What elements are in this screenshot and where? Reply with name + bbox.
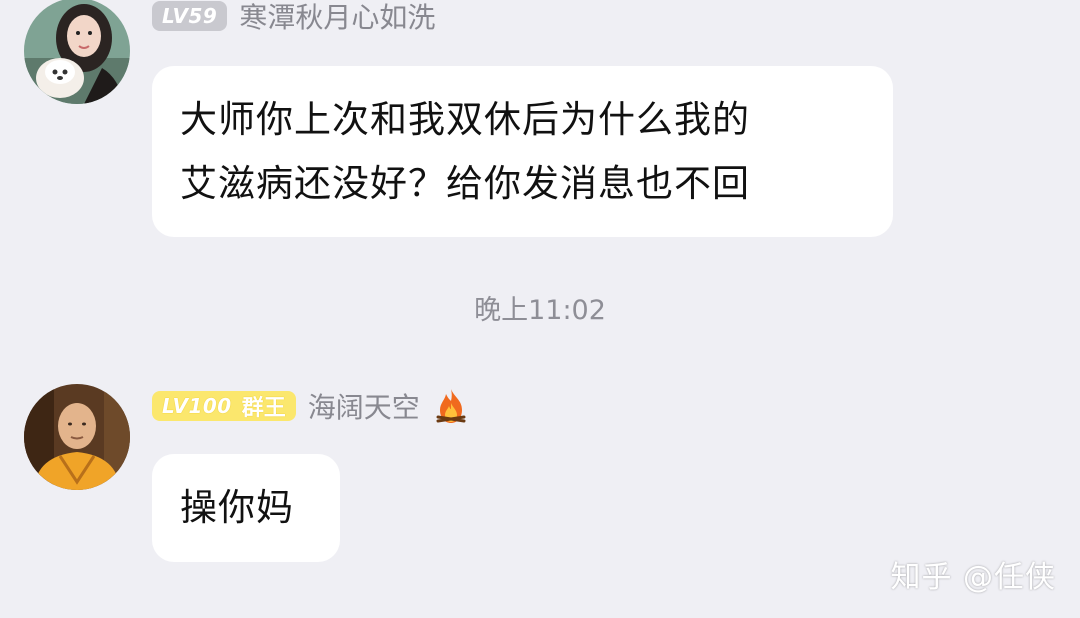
fire-icon <box>434 387 468 425</box>
level-badge: LV100 <box>152 391 238 421</box>
watermark: 知乎 @任侠 <box>890 560 1056 595</box>
message-bubble[interactable]: 操你妈 <box>152 454 340 562</box>
message-text-line: 操你妈 <box>180 486 294 529</box>
avatar[interactable] <box>24 384 130 490</box>
avatar[interactable] <box>24 0 130 104</box>
sender-nickname[interactable]: 海阔天空 <box>308 386 420 426</box>
message-text-line: 艾滋病还没好？给你发消息也不回 <box>180 162 750 205</box>
time-divider: 晚上11:02 <box>474 295 606 326</box>
message-text-line: 大师你上次和我双休后为什么我的 <box>180 98 750 141</box>
sender-info: LV100 群王 海阔天空 <box>152 386 468 426</box>
message-bubble[interactable]: 大师你上次和我双休后为什么我的 艾滋病还没好？给你发消息也不回 <box>152 66 893 237</box>
group-owner-badge: 群王 <box>237 391 296 421</box>
sender-info: LV59 寒潭秋月心如洗 <box>152 0 435 36</box>
level-badge: LV59 <box>152 1 228 31</box>
sender-nickname[interactable]: 寒潭秋月心如洗 <box>239 0 435 36</box>
